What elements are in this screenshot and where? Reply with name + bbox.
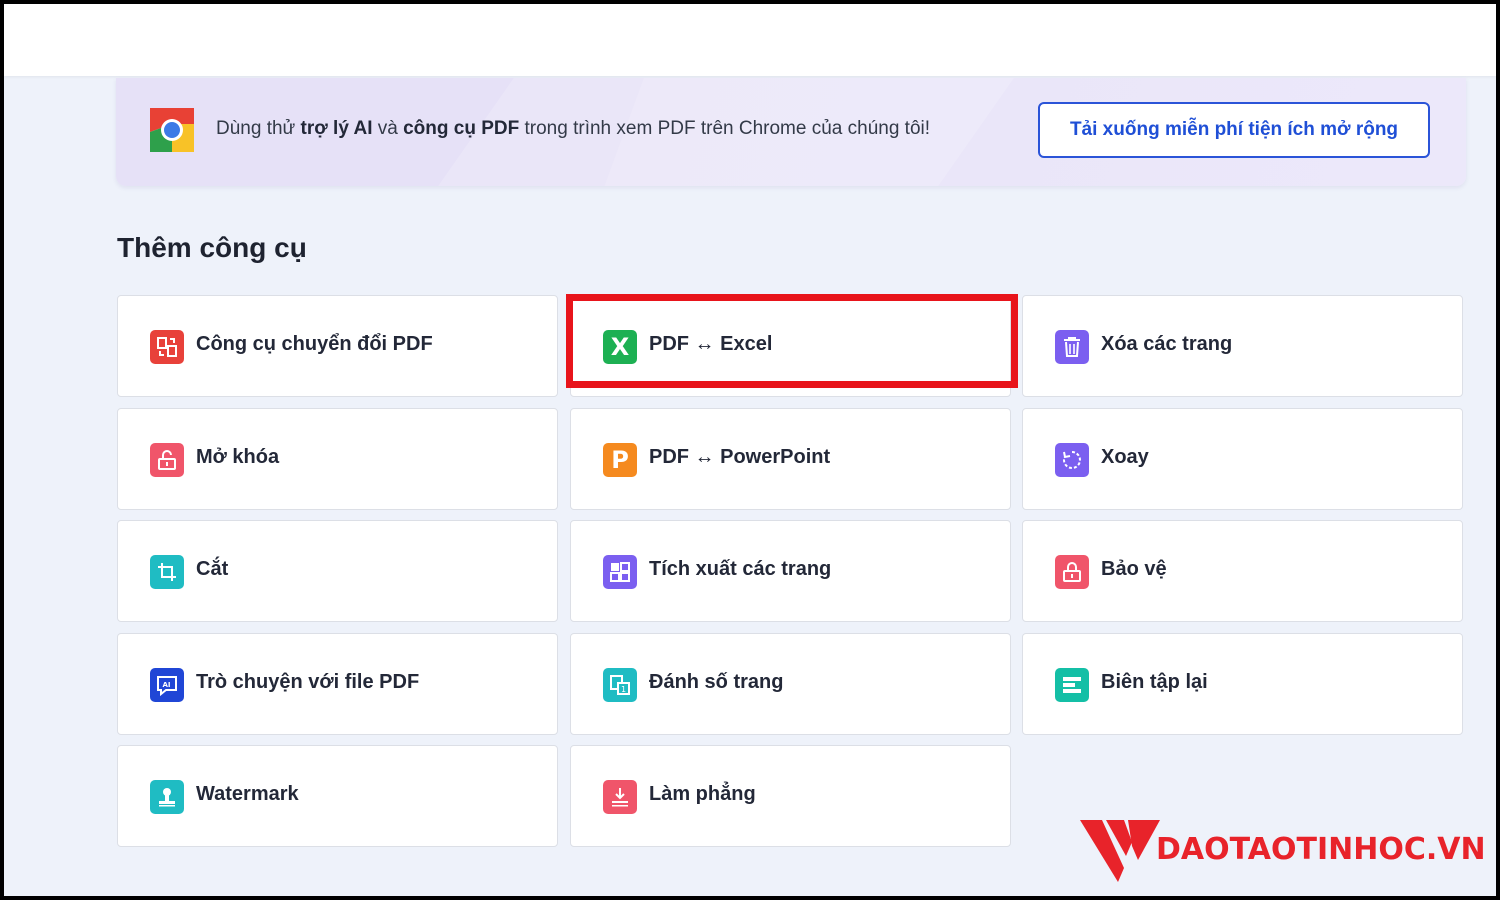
convert-icon (150, 330, 184, 364)
ai-chat-icon: AI (150, 668, 184, 702)
tool-chat-pdf[interactable]: AI Trò chuyện với file PDF (117, 633, 558, 735)
chrome-icon (150, 108, 194, 152)
tool-label: Mở khóa (196, 446, 280, 468)
unlock-icon (150, 443, 184, 477)
crop-icon (150, 555, 184, 589)
watermark-text: DAOTAOTINHOC.VN (1156, 832, 1486, 867)
tool-label: Xóa các trang (1101, 333, 1233, 355)
tool-delete-pages[interactable]: Xóa các trang (1022, 295, 1463, 397)
tool-pdf-converter[interactable]: Công cụ chuyển đổi PDF (117, 295, 558, 397)
section-title: Thêm công cụ (117, 232, 307, 263)
tool-label: Tích xuất các trang (649, 558, 832, 580)
top-bar (4, 4, 1496, 76)
trash-icon (1055, 330, 1089, 364)
page-number-icon: 1 (603, 668, 637, 702)
extract-icon (603, 555, 637, 589)
tool-label: Biên tập lại (1101, 671, 1208, 693)
stamp-icon (150, 780, 184, 814)
tool-crop[interactable]: Cắt (117, 520, 558, 622)
tool-rotate[interactable]: Xoay (1022, 408, 1463, 510)
banner-text-1: Dùng thử (216, 118, 301, 139)
chrome-extension-banner: Dùng thử trợ lý AI và công cụ PDF trong … (116, 78, 1466, 186)
tool-flatten[interactable]: Làm phẳng (570, 745, 1011, 847)
tool-label: Đánh số trang (649, 671, 784, 693)
tool-unlock[interactable]: Mở khóa (117, 408, 558, 510)
tool-label: PDF ↔ PowerPoint (649, 446, 831, 468)
tool-redact[interactable]: Biên tập lại (1022, 633, 1463, 735)
tool-extract-pages[interactable]: Tích xuất các trang (570, 520, 1011, 622)
tool-page-numbers[interactable]: 1 Đánh số trang (570, 633, 1011, 735)
page-frame: Dùng thử trợ lý AI và công cụ PDF trong … (4, 4, 1496, 896)
banner-text-3: trong trình xem PDF trên Chrome của chún… (519, 118, 931, 139)
tool-label: Cắt (196, 558, 229, 580)
banner-bold-pdf: công cụ PDF (403, 118, 520, 139)
site-watermark: DAOTAOTINHOC.VN (1080, 812, 1496, 886)
tool-label: PDF ↔ Excel (649, 333, 773, 355)
tool-protect[interactable]: Bảo vệ (1022, 520, 1463, 622)
svg-text:AI: AI (163, 681, 171, 689)
rotate-icon (1055, 443, 1089, 477)
lock-icon (1055, 555, 1089, 589)
redact-icon (1055, 668, 1089, 702)
download-extension-button[interactable]: Tải xuống miễn phí tiện ích mở rộng (1038, 102, 1430, 158)
tool-label: Xoay (1101, 446, 1149, 468)
tool-pdf-powerpoint[interactable]: P PDF ↔ PowerPoint (570, 408, 1011, 510)
banner-text-2: và (372, 118, 404, 139)
watermark-logo-icon (1080, 820, 1160, 882)
tool-label: Làm phẳng (649, 783, 756, 805)
flatten-icon (603, 780, 637, 814)
excel-icon: X (603, 330, 637, 364)
tool-label: Trò chuyện với file PDF (196, 671, 420, 693)
tool-label: Watermark (196, 783, 299, 805)
tool-label: Công cụ chuyển đổi PDF (196, 333, 433, 355)
tool-pdf-excel[interactable]: X PDF ↔ Excel (570, 295, 1011, 397)
powerpoint-icon: P (603, 443, 637, 477)
tool-watermark[interactable]: Watermark (117, 745, 558, 847)
svg-text:1: 1 (621, 685, 626, 694)
banner-message: Dùng thử trợ lý AI và công cụ PDF trong … (216, 118, 930, 140)
tool-label: Bảo vệ (1101, 558, 1167, 580)
banner-bold-ai: trợ lý AI (300, 118, 373, 139)
